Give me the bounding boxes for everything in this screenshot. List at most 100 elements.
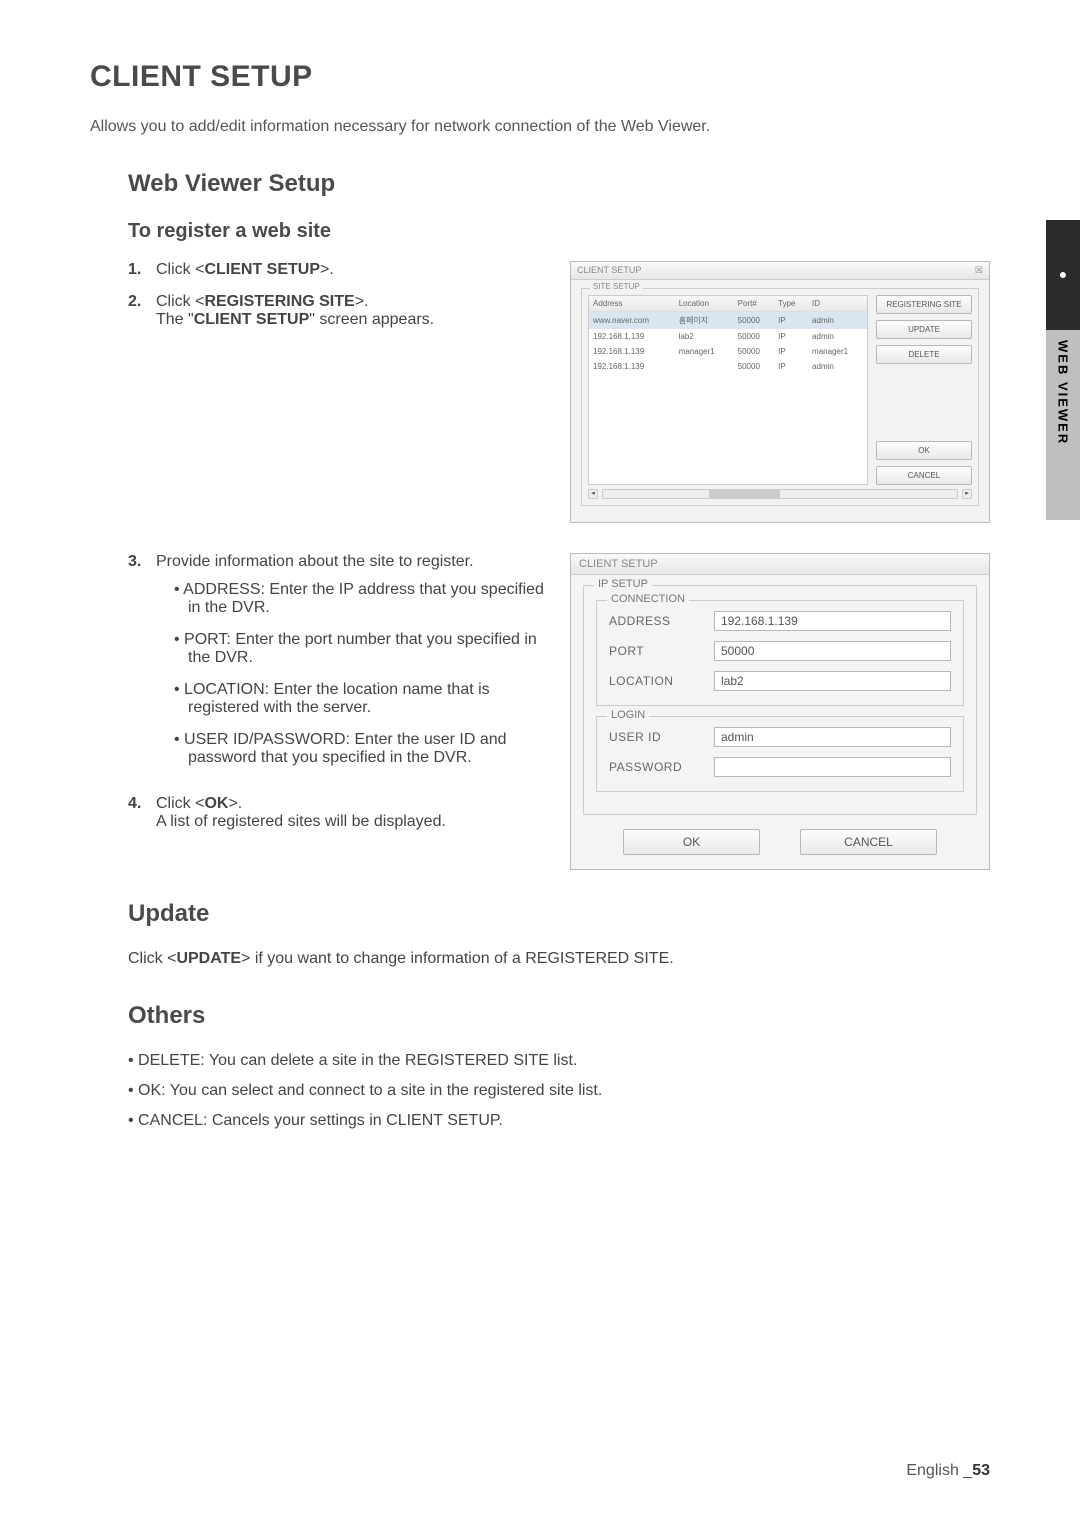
table-cell: admin <box>808 312 867 330</box>
side-tab-text: WEB VIEWER <box>1056 340 1071 445</box>
table-row[interactable]: 192.168.1.139lab250000IPadmin <box>589 329 867 344</box>
table-cell: admin <box>808 359 867 374</box>
table-header[interactable]: Location <box>675 296 734 312</box>
section-others: Others <box>128 1002 990 1030</box>
intro-text: Allows you to add/edit information neces… <box>90 118 990 136</box>
registering-site-button[interactable]: REGISTERING SITE <box>876 295 972 314</box>
list-item: OK: You can select and connect to a site… <box>128 1082 990 1100</box>
dialog-title-text: CLIENT SETUP <box>577 265 641 276</box>
table-cell: 50000 <box>734 344 774 359</box>
step-3-num: 3. <box>128 553 148 781</box>
login-group: LOGIN USER ID admin PASSWORD <box>596 716 964 792</box>
table-cell: lab2 <box>675 329 734 344</box>
footer-page: 53 <box>972 1462 990 1479</box>
table-cell: IP <box>774 344 808 359</box>
update-button[interactable]: UPDATE <box>876 320 972 339</box>
list-item: USER ID/PASSWORD: Enter the user ID and … <box>174 731 550 767</box>
section-update: Update <box>128 900 990 928</box>
table-cell: 50000 <box>734 359 774 374</box>
step-4-body: Click <OK>. A list of registered sites w… <box>156 795 550 831</box>
site-setup-group: SITE SETUP AddressLocationPort#TypeID ww… <box>581 288 979 506</box>
table-cell: IP <box>774 312 808 330</box>
table-cell: www.naver.com <box>589 312 675 330</box>
side-tab-dot: ● <box>1046 220 1080 330</box>
table-cell: 192.168.1.139 <box>589 359 675 374</box>
step-1: 1. Click <CLIENT SETUP>. <box>128 261 550 279</box>
password-field[interactable] <box>714 757 951 777</box>
step-2-num: 2. <box>128 293 148 329</box>
table-cell <box>675 359 734 374</box>
list-item: DELETE: You can delete a site in the REG… <box>128 1052 990 1070</box>
scroll-thumb[interactable] <box>709 490 780 498</box>
side-tab-label: WEB VIEWER <box>1046 330 1080 520</box>
list-item: PORT: Enter the port number that you spe… <box>174 631 550 667</box>
step-3-body: Provide information about the site to re… <box>156 553 550 781</box>
step-3: 3. Provide information about the site to… <box>128 553 550 781</box>
dialog-titlebar: CLIENT SETUP ☒ <box>571 262 989 280</box>
ip-ok-button[interactable]: OK <box>623 829 760 855</box>
client-setup-dialog: CLIENT SETUP ☒ SITE SETUP AddressLocatio… <box>570 261 990 523</box>
userid-field[interactable]: admin <box>714 727 951 747</box>
address-field[interactable]: 192.168.1.139 <box>714 611 951 631</box>
location-field[interactable]: lab2 <box>714 671 951 691</box>
step-2: 2. Click <REGISTERING SITE>. The "CLIENT… <box>128 293 550 329</box>
page-footer: English _53 <box>906 1462 990 1480</box>
list-item: LOCATION: Enter the location name that i… <box>174 681 550 717</box>
subsection-register: To register a web site <box>128 220 990 243</box>
table-header[interactable]: Port# <box>734 296 774 312</box>
step-1-num: 1. <box>128 261 148 279</box>
scroll-left-icon[interactable]: ◂ <box>588 489 598 499</box>
scroll-track[interactable] <box>602 489 958 499</box>
address-label: ADDRESS <box>609 614 704 628</box>
table-cell: 50000 <box>734 329 774 344</box>
list-item: CANCEL: Cancels your settings in CLIENT … <box>128 1112 990 1130</box>
scroll-right-icon[interactable]: ▸ <box>962 489 972 499</box>
list-item: ADDRESS: Enter the IP address that you s… <box>174 581 550 617</box>
connection-legend: CONNECTION <box>607 593 689 605</box>
ip-setup-dialog: CLIENT SETUP IP SETUP CONNECTION ADDRESS… <box>570 553 990 870</box>
ok-button[interactable]: OK <box>876 441 972 460</box>
side-tab: ● WEB VIEWER <box>1046 220 1080 520</box>
connection-group: CONNECTION ADDRESS 192.168.1.139 PORT 50… <box>596 600 964 706</box>
table-cell: 50000 <box>734 312 774 330</box>
site-table[interactable]: AddressLocationPort#TypeID www.naver.com… <box>588 295 868 485</box>
login-legend: LOGIN <box>607 709 649 721</box>
table-cell: 홈페이지 <box>675 312 734 330</box>
table-header[interactable]: Address <box>589 296 675 312</box>
close-icon[interactable]: ☒ <box>975 265 983 276</box>
step-2-body: Click <REGISTERING SITE>. The "CLIENT SE… <box>156 293 550 329</box>
step-4: 4. Click <OK>. A list of registered site… <box>128 795 550 831</box>
cancel-button[interactable]: CANCEL <box>876 466 972 485</box>
update-text: Click <UPDATE> if you want to change inf… <box>128 950 990 968</box>
delete-button[interactable]: DELETE <box>876 345 972 364</box>
table-header[interactable]: Type <box>774 296 808 312</box>
userid-label: USER ID <box>609 730 704 744</box>
table-cell: manager1 <box>675 344 734 359</box>
horizontal-scrollbar[interactable]: ◂ ▸ <box>588 489 972 499</box>
table-cell: IP <box>774 329 808 344</box>
table-row[interactable]: www.naver.com홈페이지50000IPadmin <box>589 312 867 330</box>
table-cell: 192.168.1.139 <box>589 329 675 344</box>
table-cell: IP <box>774 359 808 374</box>
ip-cancel-button[interactable]: CANCEL <box>800 829 937 855</box>
password-label: PASSWORD <box>609 760 704 774</box>
port-label: PORT <box>609 644 704 658</box>
site-setup-legend: SITE SETUP <box>590 282 643 291</box>
table-row[interactable]: 192.168.1.139manager150000IPmanager1 <box>589 344 867 359</box>
step-1-body: Click <CLIENT SETUP>. <box>156 261 550 279</box>
section-web-viewer-setup: Web Viewer Setup <box>128 170 990 198</box>
page-title: CLIENT SETUP <box>90 60 990 94</box>
table-cell: 192.168.1.139 <box>589 344 675 359</box>
side-dot-glyph: ● <box>1055 266 1071 284</box>
ip-setup-group: IP SETUP CONNECTION ADDRESS 192.168.1.13… <box>583 585 977 815</box>
step-4-num: 4. <box>128 795 148 831</box>
footer-lang: English <box>906 1462 958 1479</box>
port-field[interactable]: 50000 <box>714 641 951 661</box>
location-label: LOCATION <box>609 674 704 688</box>
table-header[interactable]: ID <box>808 296 867 312</box>
ip-setup-titlebar: CLIENT SETUP <box>571 554 989 575</box>
table-row[interactable]: 192.168.1.139 50000IPadmin <box>589 359 867 374</box>
ip-setup-legend: IP SETUP <box>594 578 652 590</box>
table-cell: admin <box>808 329 867 344</box>
table-cell: manager1 <box>808 344 867 359</box>
